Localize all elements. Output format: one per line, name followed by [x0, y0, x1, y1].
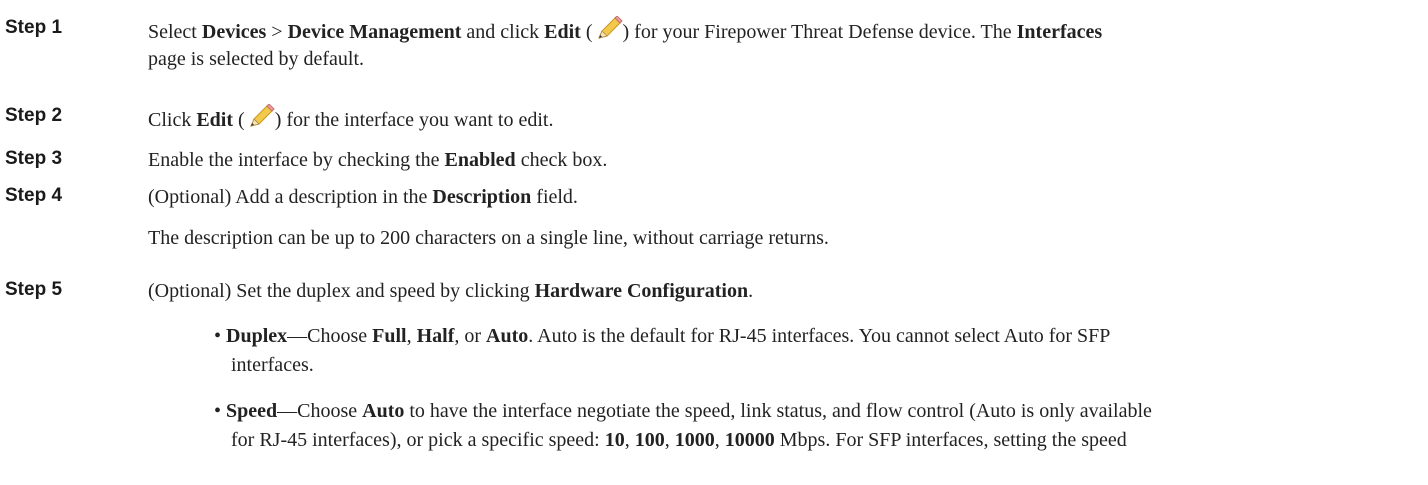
step-3-label: Step 3	[5, 148, 63, 169]
step-4-note: The description can be up to 200 charact…	[148, 227, 829, 249]
value-full: Full	[372, 325, 407, 347]
text-run: .	[748, 280, 754, 302]
step-1-text-cont: page is selected by default.	[148, 46, 364, 72]
bullet-marker: •	[214, 325, 227, 347]
menu-devices: Devices	[201, 21, 267, 43]
speed-1000: 1000	[674, 429, 715, 451]
option-duplex: Duplex	[226, 325, 288, 347]
text-run: Select	[148, 21, 202, 43]
text-run: and click	[461, 21, 545, 43]
step-4-label: Step 4	[5, 185, 63, 206]
field-description: Description	[432, 186, 532, 208]
text-run: ,	[624, 429, 635, 451]
value-half: Half	[416, 325, 455, 347]
step-1-text: Select Devices > Device Management and c…	[148, 16, 1102, 45]
text-run: —Choose	[277, 400, 363, 422]
speed-10000: 10000	[724, 429, 775, 451]
text-run: Click	[148, 109, 197, 131]
text-run: for RJ-45 interfaces), or pick a specifi…	[231, 429, 605, 451]
text-run: check box.	[515, 149, 608, 171]
page-interfaces: Interfaces	[1016, 21, 1103, 43]
step-2-label: Step 2	[5, 105, 63, 126]
bullet-duplex: • Duplex—Choose Full, Half, or Auto. Aut…	[214, 323, 1110, 349]
edit-label: Edit	[196, 109, 234, 131]
hardware-configuration-label: Hardware Configuration	[534, 280, 749, 302]
text-run: ,	[664, 429, 675, 451]
text-run: . Auto is the default for RJ-45 interfac…	[528, 325, 1111, 347]
step-3-text: Enable the interface by checking the Ena…	[148, 147, 607, 173]
pencil-icon	[597, 16, 623, 39]
pencil-icon	[249, 104, 275, 127]
text-run: (Optional) Set the duplex and speed by c…	[148, 280, 535, 302]
bullet-duplex-cont: interfaces.	[231, 352, 314, 378]
value-auto: Auto	[362, 400, 405, 422]
text-run: ,	[406, 325, 417, 347]
speed-100: 100	[634, 429, 665, 451]
step-4-text: (Optional) Add a description in the Desc…	[148, 184, 578, 210]
text-run: (	[233, 109, 245, 131]
speed-10: 10	[604, 429, 625, 451]
step-1-label: Step 1	[5, 17, 63, 38]
menu-device-management: Device Management	[287, 21, 462, 43]
text-run: interfaces.	[231, 354, 314, 376]
text-run: —Choose	[287, 325, 373, 347]
text-run: Mbps. For SFP interfaces, setting the sp…	[774, 429, 1127, 451]
edit-label: Edit	[544, 21, 581, 43]
step-5-label: Step 5	[5, 279, 63, 300]
text-run: , or	[454, 325, 487, 347]
option-speed: Speed	[226, 400, 278, 422]
text-run: field.	[531, 186, 578, 208]
text-run: (	[580, 21, 593, 43]
bullet-speed-cont: for RJ-45 interfaces), or pick a specifi…	[231, 427, 1127, 453]
text-run: ) for your Firepower Threat Defense devi…	[622, 21, 1017, 43]
text-run: >	[266, 21, 288, 43]
step-2-text: Click Edit ( ) for the interface you wan…	[148, 104, 553, 133]
step-5-text: (Optional) Set the duplex and speed by c…	[148, 278, 753, 304]
text-run: (Optional) Add a description in the	[148, 186, 433, 208]
text-run: to have the interface negotiate the spee…	[404, 400, 1152, 422]
bullet-marker: •	[214, 400, 227, 422]
text-run: Enable the interface by checking the	[148, 149, 445, 171]
text-run: ,	[714, 429, 725, 451]
bullet-speed: • Speed—Choose Auto to have the interfac…	[214, 398, 1152, 424]
value-auto: Auto	[486, 325, 529, 347]
field-enabled: Enabled	[444, 149, 516, 171]
text-run: ) for the interface you want to edit.	[274, 109, 554, 131]
text-run: page is selected by default.	[148, 48, 365, 70]
